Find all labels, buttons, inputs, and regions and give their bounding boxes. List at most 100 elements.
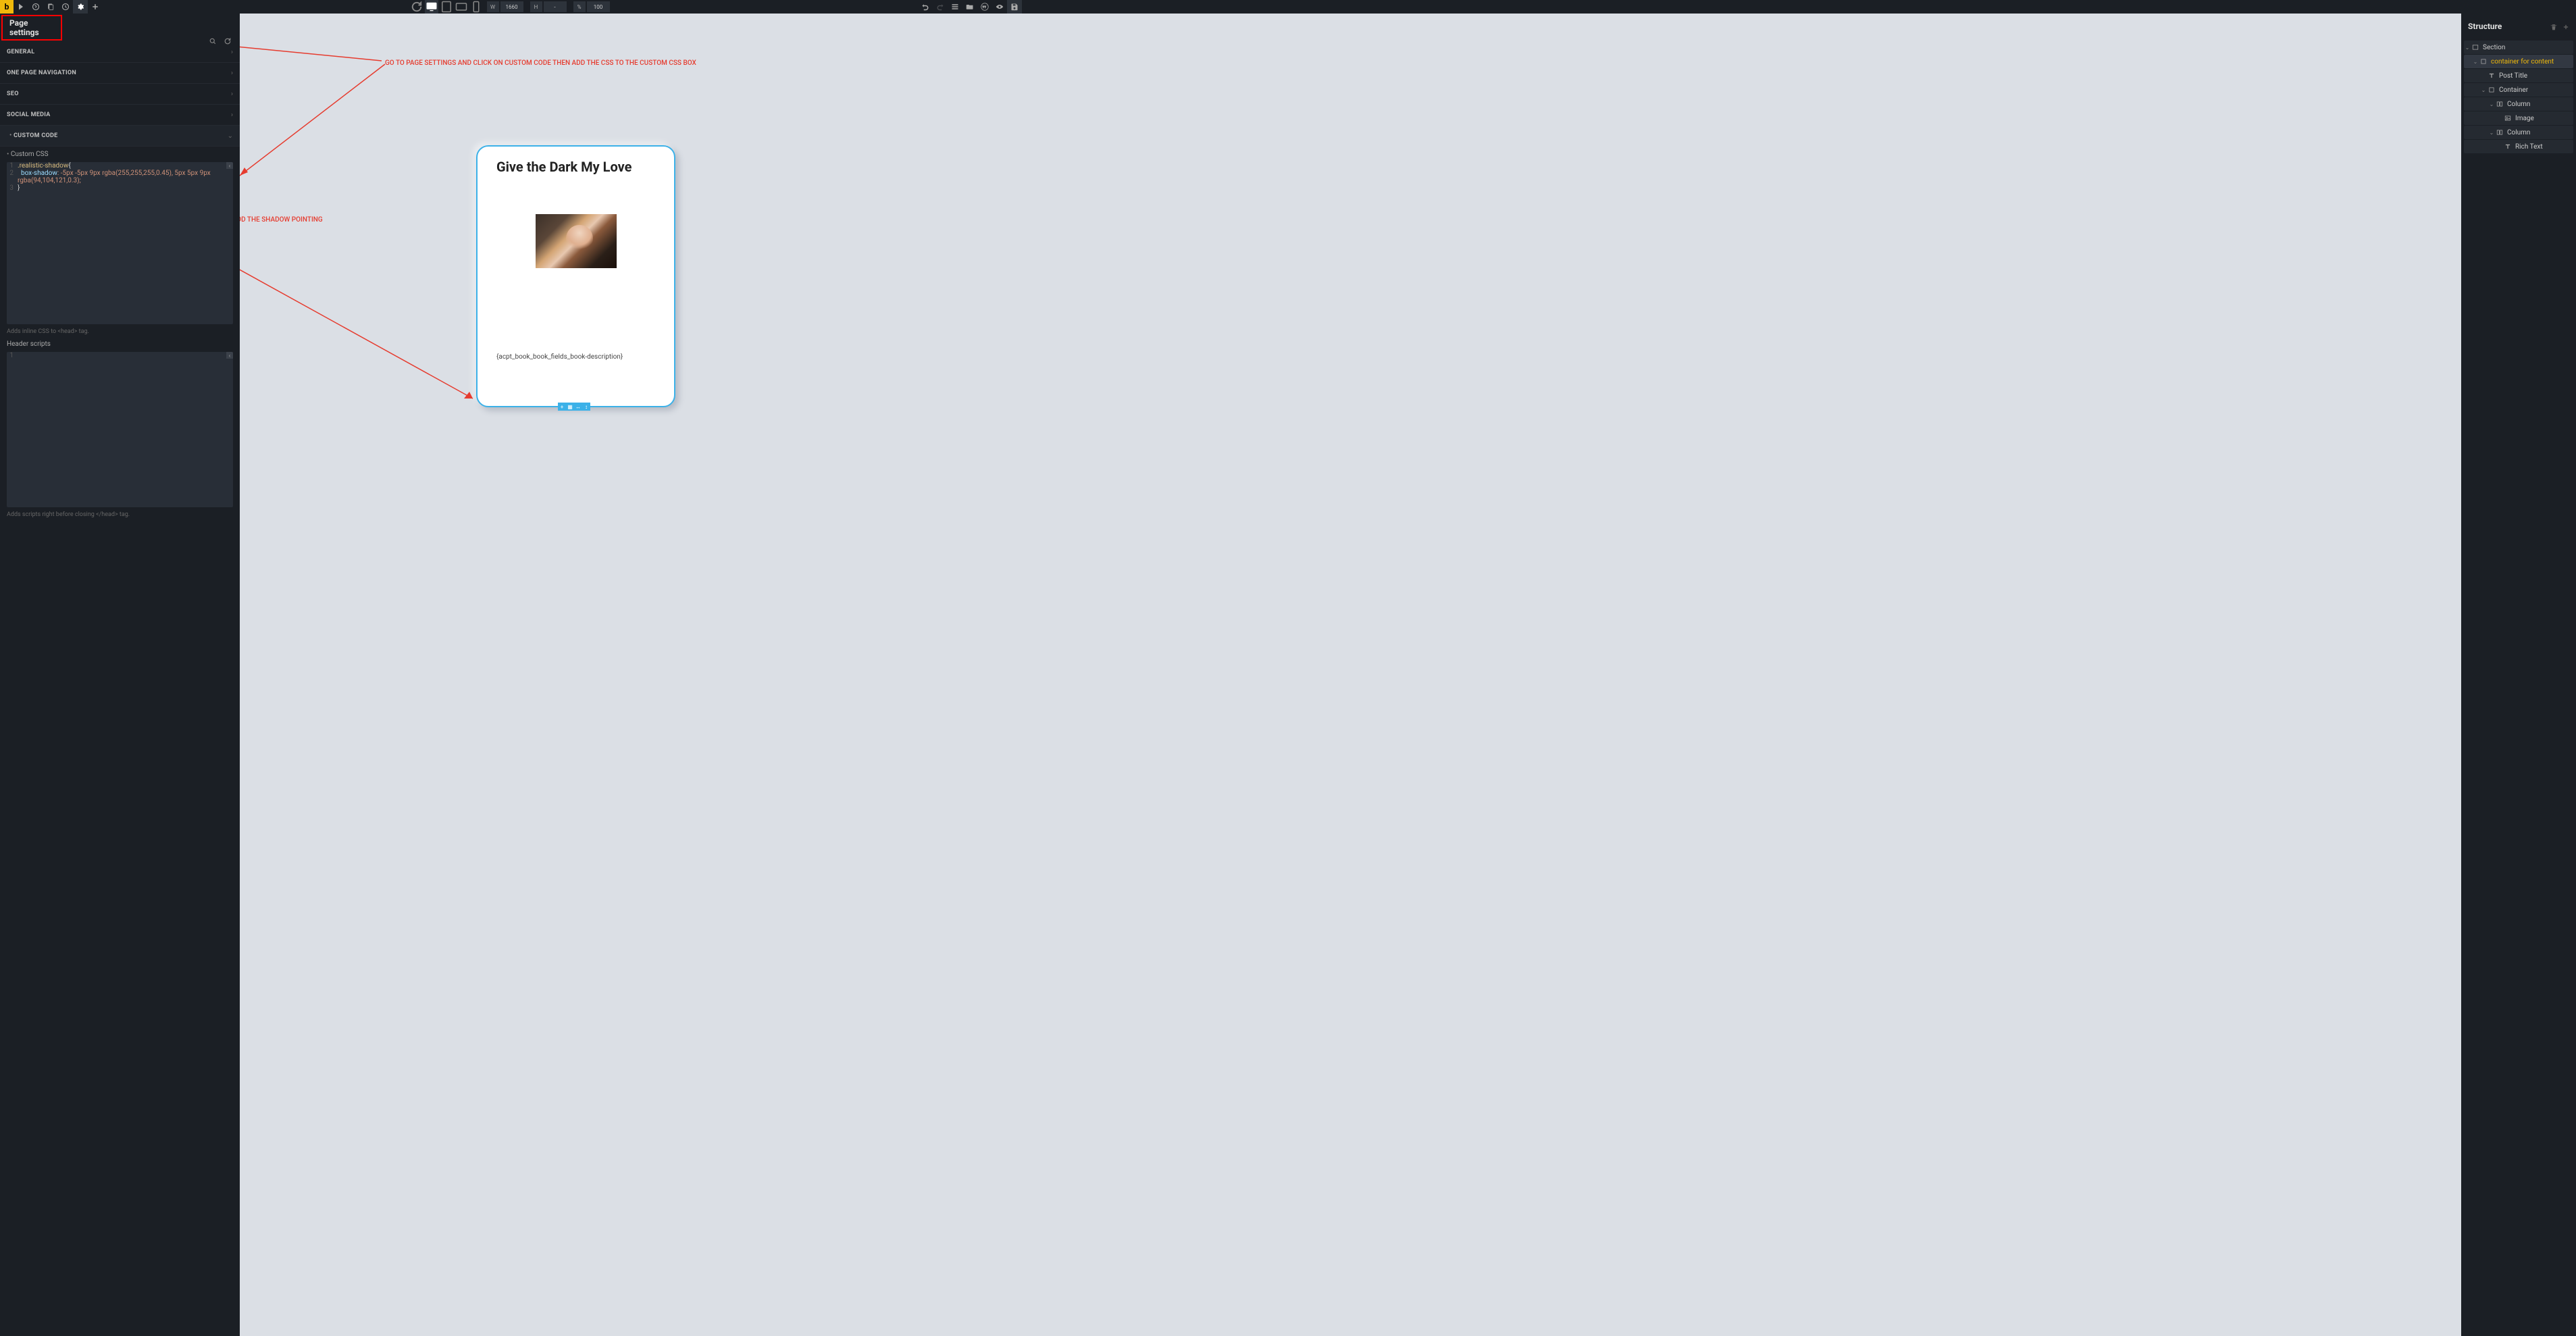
container-icon — [2479, 57, 2488, 66]
container-icon — [2487, 85, 2496, 95]
structure-title: Structure — [2468, 22, 2502, 31]
toolbar-left: b — [0, 0, 103, 14]
code-brace: { — [68, 162, 70, 170]
code-close: } — [18, 184, 20, 192]
code-val: : -5px -5px 9px rgba(255,255,255,0.45), … — [57, 170, 211, 177]
canvas[interactable]: Give the Dark My Love {acpt_book_book_fi… — [240, 14, 2461, 1336]
revisions-icon[interactable] — [58, 0, 73, 14]
text-icon — [2503, 142, 2513, 151]
section-general[interactable]: GENERAL› — [0, 42, 240, 63]
tablet-portrait-icon[interactable] — [455, 0, 468, 14]
column-icon — [2495, 99, 2504, 109]
app-logo[interactable]: b — [0, 0, 14, 14]
folder-icon[interactable] — [962, 0, 977, 14]
desktop-device-icon[interactable] — [425, 0, 438, 14]
toolbar-right — [918, 0, 1022, 14]
header-scripts-editor[interactable]: ‹ 1 — [7, 352, 233, 507]
columns-icon[interactable]: ▦ — [566, 403, 574, 411]
left-panel: Page settings GENERAL› ONE PAGE NAVIGATI… — [0, 14, 240, 1336]
top-toolbar: b W 1660 H - % 100 — [0, 0, 1022, 14]
custom-css-subsection: Custom CSS ‹ 1.realistic-shadow{ 2 box-s… — [0, 147, 240, 523]
tree-item-rich-text[interactable]: Rich Text — [2464, 140, 2573, 153]
search-icon[interactable] — [209, 35, 217, 48]
tree-item-section[interactable]: ⌄ Section — [2464, 41, 2573, 54]
expand-icon[interactable]: ↔ — [574, 403, 582, 411]
play-icon[interactable] — [14, 0, 28, 14]
preview-card[interactable]: Give the Dark My Love {acpt_book_book_fi… — [476, 145, 675, 407]
wordpress-icon[interactable] — [977, 0, 992, 14]
add-icon[interactable] — [88, 0, 103, 14]
height-value[interactable]: - — [544, 1, 567, 12]
section-custom-code[interactable]: CUSTOM CODE⌄ — [0, 126, 240, 147]
tree-item-post-title[interactable]: Post Title — [2464, 69, 2573, 82]
tree-label: Section — [2483, 44, 2505, 51]
list-icon[interactable] — [948, 0, 962, 14]
section-social[interactable]: SOCIAL MEDIA › — [0, 105, 240, 126]
card-image — [536, 214, 617, 268]
reload-icon[interactable] — [410, 0, 423, 14]
tree-item-column[interactable]: ⌄ Column — [2464, 97, 2573, 111]
collapse-editor-icon[interactable]: ‹ — [226, 162, 233, 169]
tree-label: Column — [2507, 101, 2530, 108]
section-onepage-label: ONE PAGE NAVIGATION — [7, 70, 76, 76]
custom-css-editor[interactable]: ‹ 1.realistic-shadow{ 2 box-shadow: -5px… — [7, 162, 233, 324]
tree-toggle-icon[interactable]: ⌄ — [2480, 87, 2487, 93]
tree-item-column[interactable]: ⌄Column — [2464, 126, 2573, 139]
trash-icon[interactable] — [2550, 20, 2557, 33]
section-general-label: GENERAL — [7, 49, 34, 55]
tree-toggle-icon[interactable]: ⌄ — [2488, 130, 2495, 136]
section-icon — [2471, 43, 2480, 52]
header-scripts-label: Header scripts — [7, 336, 233, 352]
undo-icon[interactable] — [918, 0, 933, 14]
card-title: Give the Dark My Love — [496, 159, 655, 175]
zoom-label: % — [573, 1, 586, 12]
save-button[interactable] — [1007, 0, 1022, 14]
tree-item-container[interactable]: ⌄ Container — [2464, 83, 2573, 97]
custom-css-label: Custom CSS — [7, 147, 233, 162]
refresh-icon[interactable] — [224, 35, 232, 48]
tree-label: Image — [2515, 115, 2534, 122]
stretch-icon[interactable]: ↕ — [582, 403, 590, 411]
section-social-label: SOCIAL MEDIA — [7, 111, 51, 118]
chevron-right-icon: › — [231, 111, 233, 119]
tree-label: Container — [2499, 86, 2528, 94]
page-settings-header: Page settings — [1, 15, 62, 41]
width-label: W — [487, 1, 499, 12]
settings-gear-icon[interactable] — [73, 0, 88, 14]
height-control: H - — [530, 1, 567, 12]
tree-item-image[interactable]: Image — [2464, 111, 2573, 125]
chevron-down-icon: ⌄ — [228, 132, 233, 140]
code-val2: rgba(94,104,121,0.3); — [18, 177, 81, 184]
help-icon[interactable] — [28, 0, 43, 14]
code-prop: box-shadow — [21, 170, 57, 177]
zoom-control: % 100 — [573, 1, 610, 12]
section-onepage[interactable]: ONE PAGE NAVIGATION › — [0, 63, 240, 84]
image-icon — [2503, 113, 2513, 123]
pages-icon[interactable] — [43, 0, 58, 14]
tree-toggle-icon[interactable]: ⌄ — [2488, 101, 2495, 107]
collapse-editor-icon[interactable]: ‹ — [226, 352, 233, 359]
tree-toggle-icon[interactable]: ⌄ — [2472, 59, 2479, 65]
preview-eye-icon[interactable] — [992, 0, 1007, 14]
section-seo[interactable]: SEO› — [0, 84, 240, 105]
tree-label: container for content — [2491, 58, 2554, 66]
structure-header: Structure — [2461, 14, 2576, 39]
annotation-1: GO TO PAGE SETTINGS AND CLICK ON CUSTOM … — [385, 59, 696, 67]
chevron-right-icon: › — [231, 91, 233, 98]
add-icon[interactable] — [2562, 20, 2569, 33]
add-element-icon[interactable]: + — [558, 403, 566, 411]
redo-icon[interactable] — [933, 0, 948, 14]
element-controls: + ▦ ↔ ↕ — [558, 403, 590, 411]
tree-label: Post Title — [2499, 72, 2527, 80]
width-control: W 1660 — [487, 1, 523, 12]
chevron-right-icon: › — [231, 70, 233, 77]
tree-item-container-for-content[interactable]: ⌄ container for content — [2464, 55, 2573, 68]
mobile-device-icon[interactable] — [469, 0, 483, 14]
header-scripts-hint: Adds scripts right before closing </head… — [7, 507, 233, 519]
tablet-landscape-icon[interactable] — [440, 0, 453, 14]
tree-toggle-icon[interactable]: ⌄ — [2464, 45, 2471, 51]
zoom-value[interactable]: 100 — [587, 1, 610, 12]
tree-label: Rich Text — [2515, 143, 2543, 151]
width-value[interactable]: 1660 — [500, 1, 523, 12]
column-icon — [2495, 128, 2504, 137]
